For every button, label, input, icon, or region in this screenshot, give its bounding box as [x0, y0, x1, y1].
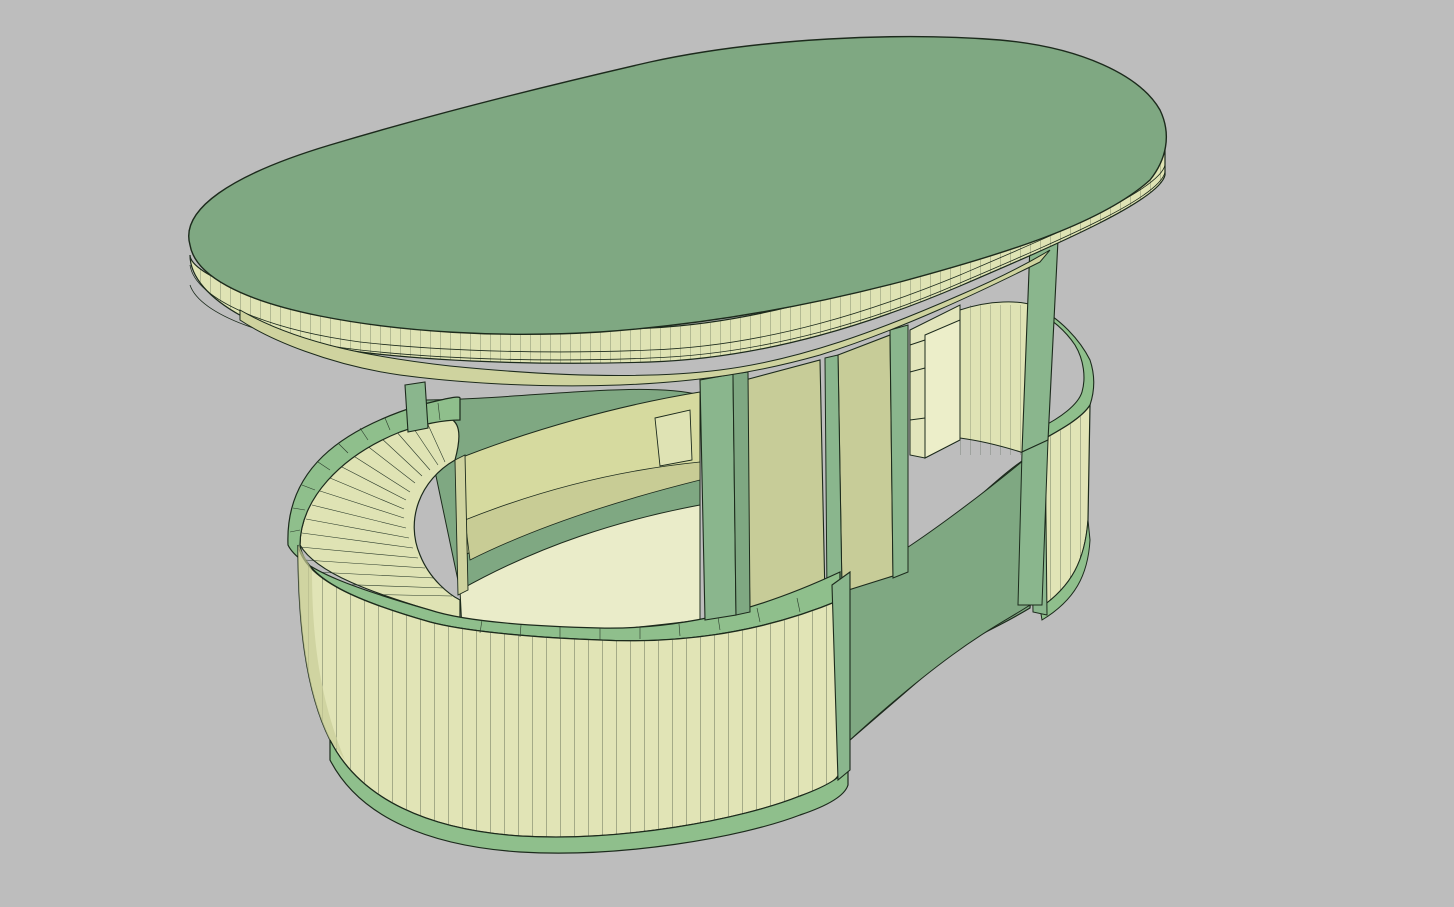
3d-viewport[interactable]	[0, 0, 1454, 907]
shelving	[909, 304, 961, 459]
kiosk-model	[188, 35, 1167, 854]
